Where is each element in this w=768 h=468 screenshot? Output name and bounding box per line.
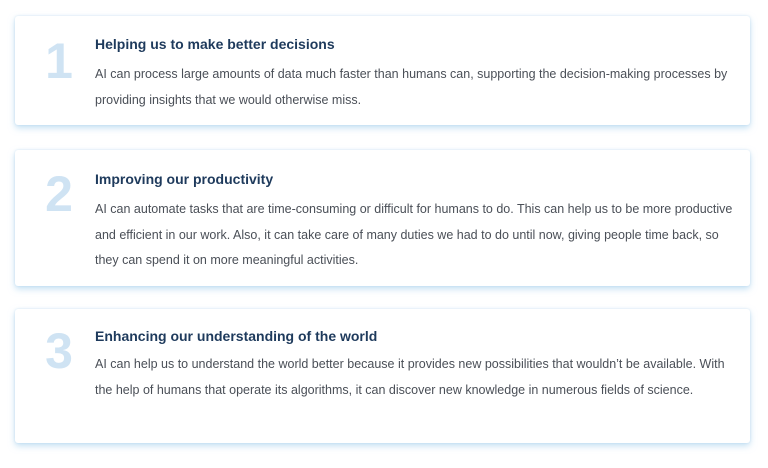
benefit-number: 1 <box>45 33 73 89</box>
benefit-description: AI can help us to understand the world b… <box>95 357 725 397</box>
benefit-description: AI can process large amounts of data muc… <box>95 67 728 107</box>
benefit-description: AI can automate tasks that are time-cons… <box>95 202 733 267</box>
benefit-title: Helping us to make better decisions <box>95 36 335 52</box>
benefit-card-2: 2 Improving our productivity AI can auto… <box>15 150 750 286</box>
benefit-title: Enhancing our understanding of the world <box>95 328 378 344</box>
benefits-list: 1 Helping us to make better decisions AI… <box>0 0 768 468</box>
benefit-card-1: 1 Helping us to make better decisions AI… <box>15 16 750 125</box>
benefit-number: 2 <box>45 166 73 222</box>
benefit-title: Improving our productivity <box>95 171 274 187</box>
benefit-number: 3 <box>45 323 73 379</box>
benefit-card-3: 3 Enhancing our understanding of the wor… <box>15 309 750 443</box>
